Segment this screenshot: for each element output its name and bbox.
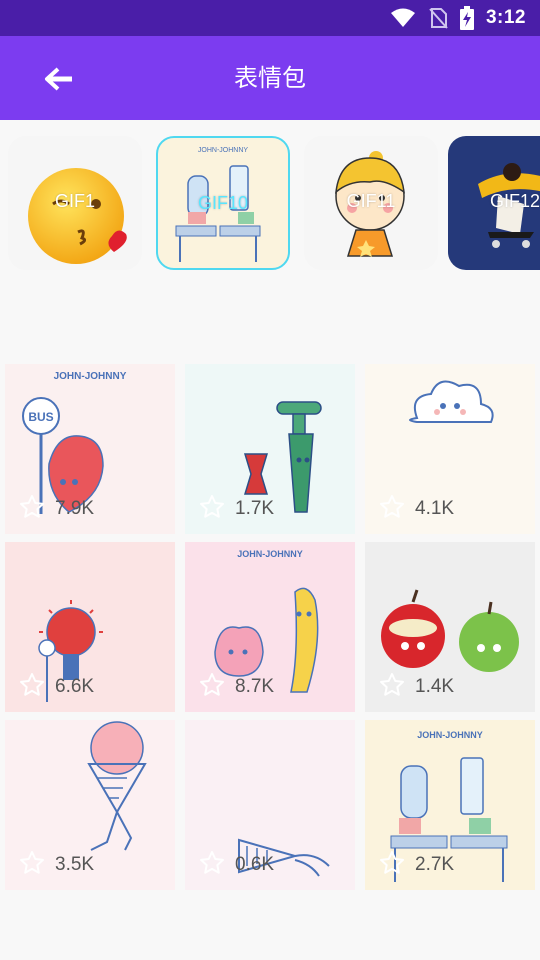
sticker-count: 1.7K [235,498,275,519]
no-sim-icon [429,8,448,29]
wifi-icon [390,8,415,27]
category-label: GIF11 [346,191,396,211]
sticker-item[interactable]: 4.1K [365,364,535,534]
category-item[interactable]: GIF1 [8,136,142,270]
category-label: GIF1 [54,191,95,211]
status-bar: 3:12 [0,0,540,36]
svg-text:BUS: BUS [28,410,53,424]
star-icon[interactable] [199,672,225,698]
sticker-item[interactable]: JOHN-JOHNNY 2.7K [365,720,535,890]
category-item[interactable]: JOHN-JOHNNY GIF10 [156,136,290,270]
sticker-item[interactable]: 1.4K [365,542,535,712]
star-icon[interactable] [19,494,45,520]
sticker-brand: JOHN-JOHNNY [54,371,127,382]
sticker-count: 7.9K [55,498,95,519]
sticker-item[interactable]: 0.6K [185,720,355,890]
star-icon[interactable] [199,494,225,520]
sticker-item[interactable]: 6.6K [5,542,175,712]
sticker-item[interactable]: 1.7K [185,364,355,534]
star-icon[interactable] [19,672,45,698]
sticker-brand: JOHN-JOHNNY [237,549,303,559]
star-icon[interactable] [379,494,405,520]
category-label: GIF12 [489,191,540,211]
sticker-item[interactable]: 3.5K [5,720,175,890]
category-label: GIF10 [197,193,249,213]
sticker-count: 0.6K [235,854,275,875]
page-title: 表情包 [234,64,306,92]
svg-text:JOHN-JOHNNY: JOHN-JOHNNY [198,147,248,154]
sticker-count: 1.4K [415,676,455,697]
sticker-count: 4.1K [415,498,455,519]
sticker-brand: JOHN-JOHNNY [417,730,483,740]
category-strip[interactable]: GIF1 JOHN-JOHNNY GIF10 GIF11 GIF12 [0,120,540,290]
sticker-item[interactable]: JOHN-JOHNNY BUS 7.9K [5,364,175,534]
star-icon[interactable] [379,672,405,698]
sticker-count: 3.5K [55,854,95,875]
sticker-item[interactable]: JOHN-JOHNNY 8.7K [185,542,355,712]
star-icon[interactable] [19,850,45,876]
clock: 3:12 [485,7,526,28]
sticker-count: 6.6K [55,676,95,697]
battery-charging-icon [459,6,474,30]
sticker-count: 2.7K [415,854,455,875]
star-icon[interactable] [199,850,225,876]
sticker-count: 8.7K [235,676,275,697]
category-item[interactable]: GIF11 [304,136,438,270]
app-bar: 表情包 [0,36,540,120]
star-icon[interactable] [379,850,405,876]
category-item[interactable]: GIF12 [448,136,540,270]
